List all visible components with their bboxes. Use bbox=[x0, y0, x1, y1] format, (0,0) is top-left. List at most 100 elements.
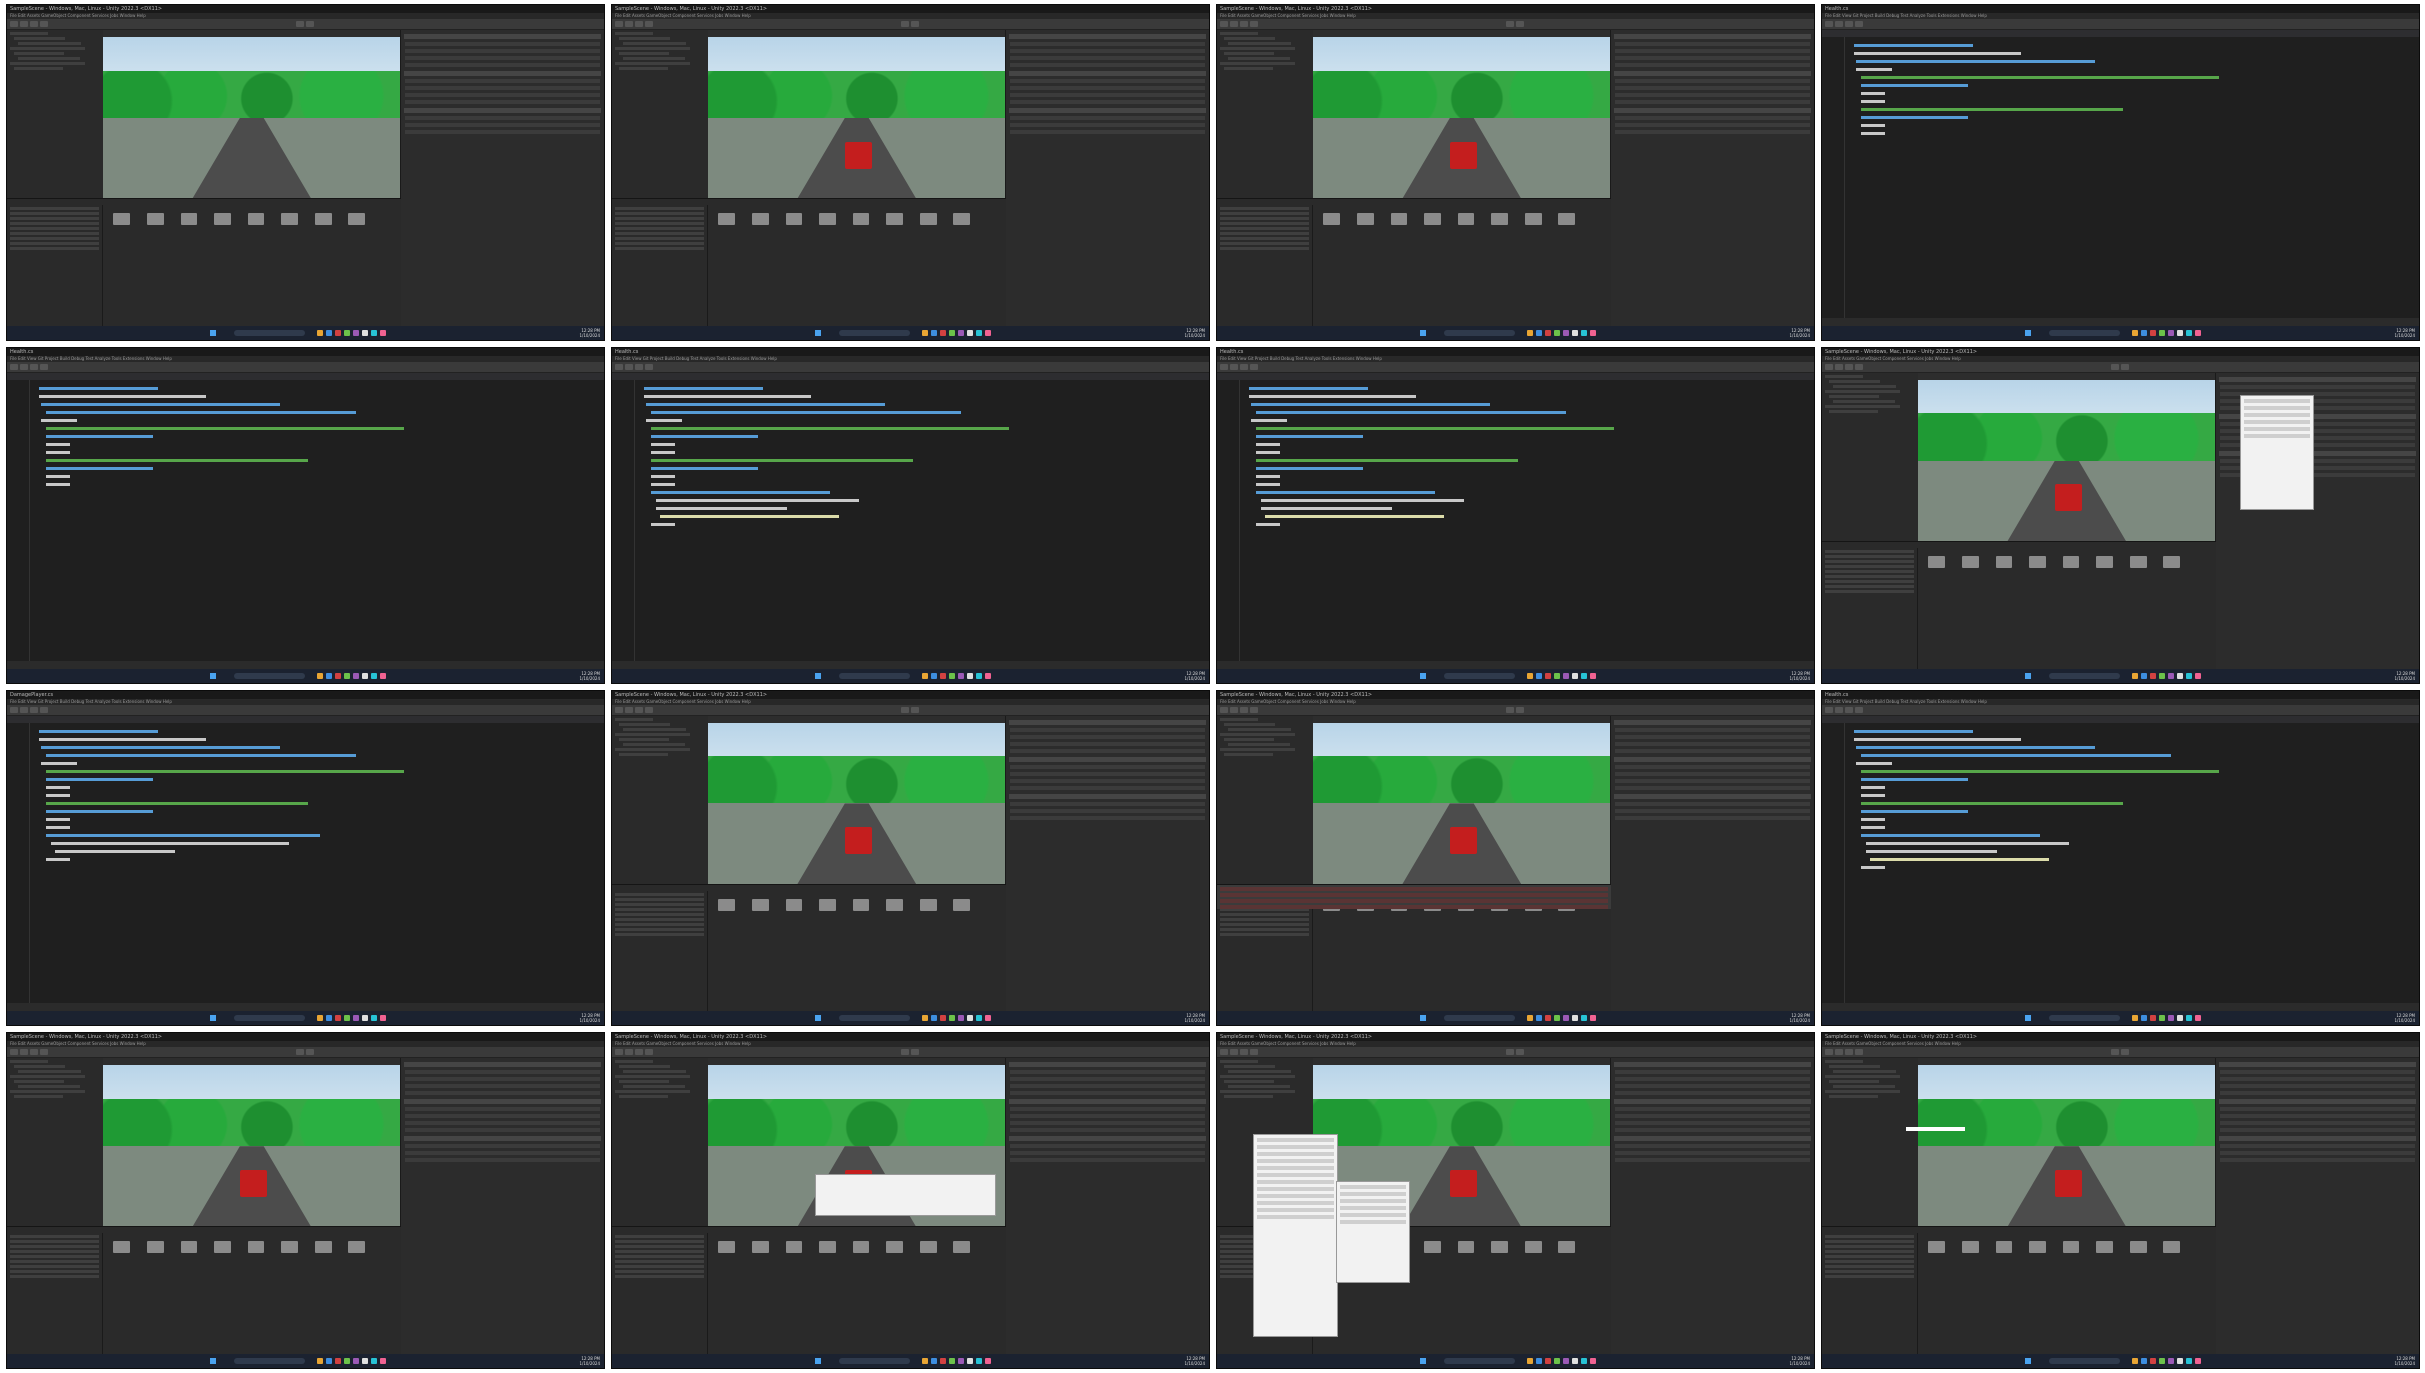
pause-button[interactable] bbox=[305, 21, 314, 27]
inspector-field[interactable] bbox=[1010, 130, 1205, 134]
inspector-field[interactable] bbox=[405, 130, 600, 134]
taskbar-search[interactable] bbox=[233, 329, 306, 336]
taskbar-app-icon[interactable] bbox=[1563, 672, 1570, 679]
folder-tree-item[interactable] bbox=[615, 237, 704, 241]
taskbar-app-icon[interactable] bbox=[1581, 1015, 1588, 1022]
toolbar-button[interactable] bbox=[615, 706, 623, 713]
taskbar-app-icon[interactable] bbox=[949, 1015, 956, 1022]
inspector-field[interactable] bbox=[1615, 808, 1810, 813]
taskbar-app-icon[interactable] bbox=[1590, 1358, 1597, 1364]
hierarchy-item[interactable] bbox=[1829, 394, 1879, 398]
taskbar-app-icon[interactable] bbox=[931, 672, 938, 679]
hierarchy-item[interactable] bbox=[18, 1085, 81, 1089]
hierarchy-item[interactable] bbox=[1228, 1085, 1291, 1089]
inspector-field[interactable] bbox=[2220, 1151, 2415, 1156]
hierarchy-item[interactable] bbox=[1224, 67, 1273, 70]
taskbar-app-icon[interactable] bbox=[922, 329, 929, 336]
play-button[interactable] bbox=[295, 21, 304, 27]
taskbar-search[interactable] bbox=[1443, 1015, 1516, 1022]
folder-icon[interactable] bbox=[953, 898, 971, 911]
scene-view[interactable] bbox=[707, 715, 1007, 885]
folder-tree-item[interactable] bbox=[10, 247, 99, 251]
folder-icon[interactable] bbox=[886, 213, 903, 226]
folder-icon[interactable] bbox=[2129, 555, 2147, 568]
folder-tree-item[interactable] bbox=[1220, 207, 1309, 211]
hierarchy-item[interactable] bbox=[1829, 1080, 1879, 1084]
toolbar-button[interactable] bbox=[625, 21, 633, 27]
taskbar-app-icon[interactable] bbox=[1590, 1015, 1597, 1022]
hierarchy-item[interactable] bbox=[1833, 384, 1897, 388]
taskbar-app-icon[interactable] bbox=[2150, 672, 2157, 679]
hierarchy-item[interactable] bbox=[1825, 1090, 1900, 1094]
folder-icon[interactable] bbox=[1995, 1241, 2013, 1254]
taskbar-app-icon[interactable] bbox=[958, 329, 965, 336]
folder-tree-item[interactable] bbox=[10, 1235, 99, 1239]
folder-icon[interactable] bbox=[718, 898, 736, 911]
taskbar-app-icon[interactable] bbox=[2159, 1015, 2166, 1022]
play-button[interactable] bbox=[900, 21, 909, 27]
toolbar-button[interactable] bbox=[10, 21, 18, 27]
folder-tree-item[interactable] bbox=[615, 902, 704, 906]
toolbar-button[interactable] bbox=[645, 1049, 653, 1056]
taskbar-app-icon[interactable] bbox=[967, 329, 974, 336]
pause-button[interactable] bbox=[2120, 363, 2129, 370]
toolbar-button[interactable] bbox=[1845, 1049, 1853, 1056]
hierarchy-item[interactable] bbox=[1228, 57, 1291, 60]
taskbar-app-icon[interactable] bbox=[353, 672, 360, 679]
start-icon[interactable] bbox=[1419, 1358, 1426, 1364]
dropdown-option[interactable] bbox=[2243, 419, 2310, 424]
inspector-field[interactable] bbox=[1615, 771, 1810, 776]
toolbar-button[interactable] bbox=[1220, 363, 1228, 370]
taskbar-app-icon[interactable] bbox=[1554, 1015, 1561, 1022]
inspector-field[interactable] bbox=[1010, 1084, 1205, 1089]
hierarchy-item[interactable] bbox=[619, 37, 670, 40]
taskbar-app-icon[interactable] bbox=[967, 1358, 974, 1364]
start-icon[interactable] bbox=[2024, 672, 2031, 679]
hierarchy-item[interactable] bbox=[619, 67, 668, 70]
toolbar-button[interactable] bbox=[20, 1049, 28, 1056]
inspector-field[interactable] bbox=[405, 116, 600, 120]
toolbar-button[interactable] bbox=[615, 21, 623, 27]
hierarchy-item[interactable] bbox=[1825, 374, 1864, 378]
folder-tree-item[interactable] bbox=[10, 242, 99, 246]
hierarchy-item[interactable] bbox=[10, 1075, 86, 1079]
hierarchy-item[interactable] bbox=[1220, 1090, 1295, 1094]
inspector-field[interactable] bbox=[1010, 79, 1205, 83]
hierarchy-item[interactable] bbox=[1825, 1075, 1901, 1079]
toolbar-button[interactable] bbox=[1250, 706, 1258, 713]
taskbar-app-icon[interactable] bbox=[2159, 1358, 2166, 1364]
taskbar-app-icon[interactable] bbox=[940, 1015, 947, 1022]
inspector-field[interactable] bbox=[1010, 808, 1205, 813]
taskbar-app-icon[interactable] bbox=[967, 672, 974, 679]
taskbar-app-icon[interactable] bbox=[976, 1358, 983, 1364]
toolbar-button[interactable] bbox=[1855, 1049, 1863, 1056]
folder-icon[interactable] bbox=[348, 213, 366, 226]
taskbar-app-icon[interactable] bbox=[1527, 329, 1534, 336]
hierarchy-item[interactable] bbox=[615, 732, 691, 736]
folder-icon[interactable] bbox=[1961, 1241, 1979, 1254]
inspector-field[interactable] bbox=[405, 63, 600, 67]
inspector-field[interactable] bbox=[1010, 801, 1205, 806]
folder-tree-item[interactable] bbox=[1825, 1250, 1914, 1254]
taskbar-app-icon[interactable] bbox=[2177, 1015, 2184, 1022]
toolbar-button[interactable] bbox=[615, 363, 623, 370]
taskbar-app-icon[interactable] bbox=[362, 1358, 369, 1364]
scene-view[interactable] bbox=[1917, 1058, 2217, 1228]
taskbar-app-icon[interactable] bbox=[1563, 1015, 1570, 1022]
taskbar-search[interactable] bbox=[838, 1015, 911, 1022]
dropdown-option[interactable] bbox=[2243, 433, 2310, 438]
taskbar-app-icon[interactable] bbox=[1572, 329, 1579, 336]
folder-icon[interactable] bbox=[919, 213, 937, 226]
hierarchy-item[interactable] bbox=[1825, 389, 1901, 393]
context-menu-item[interactable] bbox=[1256, 1207, 1335, 1212]
inspector-field[interactable] bbox=[1010, 93, 1205, 97]
submenu-item[interactable] bbox=[1340, 1191, 1407, 1196]
inspector-field[interactable] bbox=[405, 42, 600, 46]
folder-tree-item[interactable] bbox=[1220, 932, 1309, 936]
inspector-field[interactable] bbox=[1615, 1077, 1810, 1082]
inspector-field[interactable] bbox=[2220, 1144, 2415, 1149]
inspector-field[interactable] bbox=[405, 100, 600, 104]
folder-tree-item[interactable] bbox=[1220, 922, 1309, 926]
taskbar-app-icon[interactable] bbox=[317, 1358, 324, 1364]
dropdown-option[interactable] bbox=[2243, 405, 2310, 410]
